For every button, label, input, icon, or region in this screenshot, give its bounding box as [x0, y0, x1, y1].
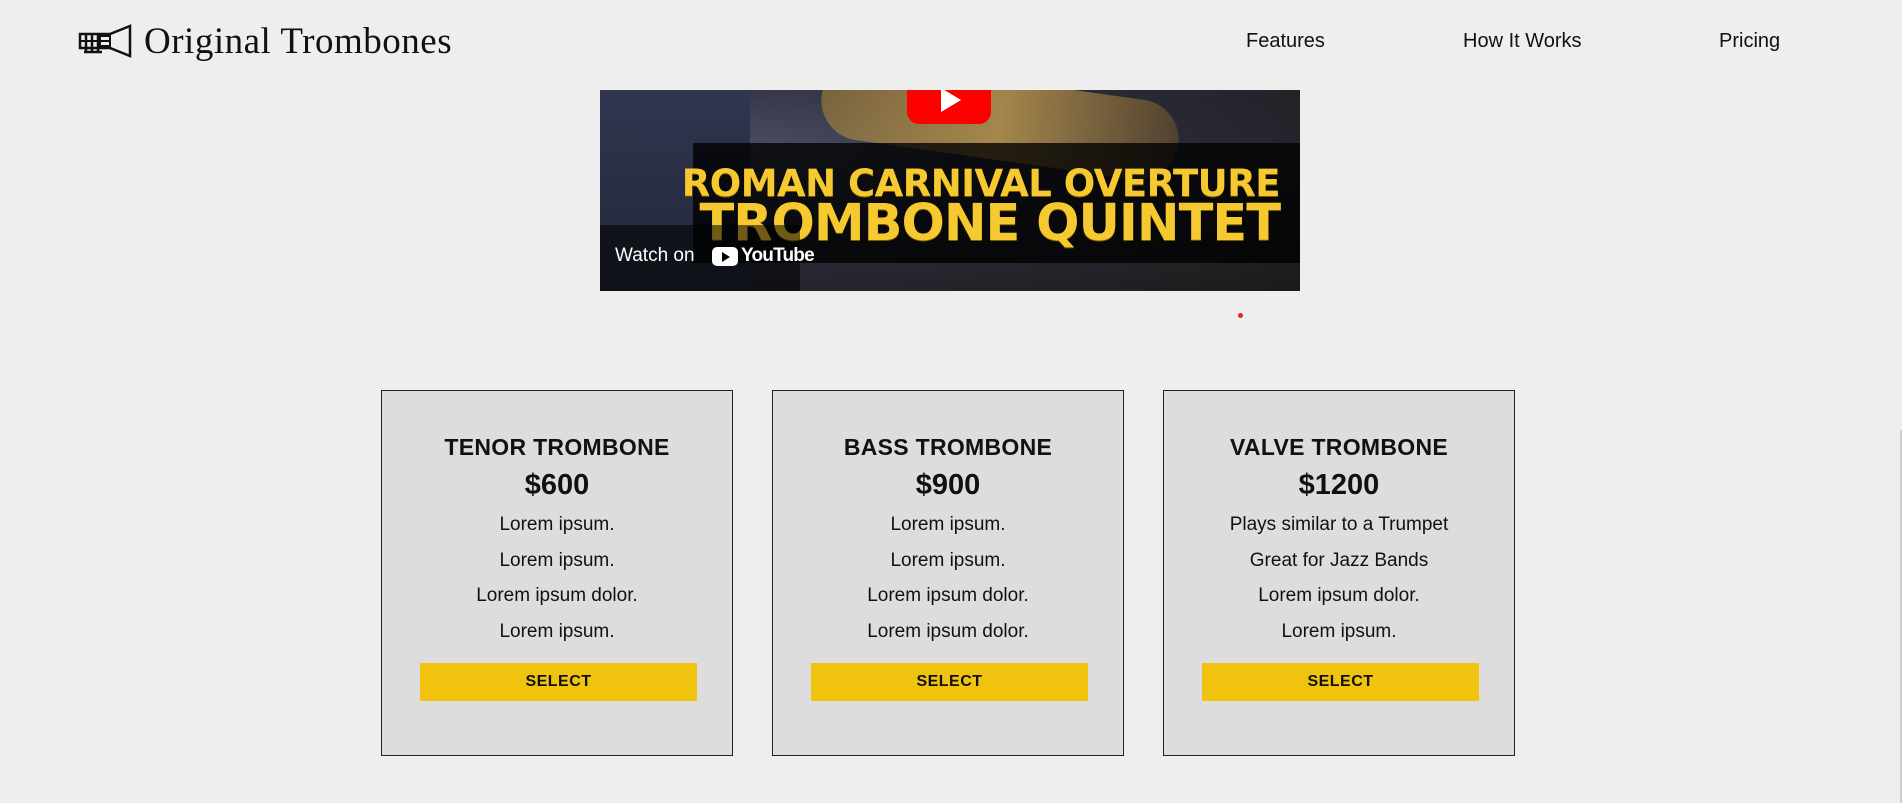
- feature-item: Lorem ipsum.: [499, 514, 615, 535]
- feature-item: Lorem ipsum.: [890, 514, 1006, 535]
- watch-on-label[interactable]: Watch on: [615, 245, 695, 267]
- card-title: TENOR TROMBONE: [444, 434, 670, 460]
- feature-item: Lorem ipsum.: [1281, 620, 1397, 642]
- play-button[interactable]: [907, 90, 991, 124]
- feature-list: Plays similar to a Trumpet Great for Jaz…: [1164, 507, 1514, 649]
- pricing-card-bass: BASS TROMBONE $900 Lorem ipsum. Lorem ip…: [772, 390, 1124, 756]
- card-title: VALVE TROMBONE: [1229, 434, 1449, 460]
- feature-item: Lorem ipsum.: [890, 549, 1006, 571]
- youtube-label: YouTube: [741, 245, 815, 266]
- card-title: BASS TROMBONE: [843, 434, 1053, 460]
- card-price: $600: [524, 469, 590, 501]
- nav-link-pricing[interactable]: Pricing: [1719, 30, 1780, 53]
- card-price: $900: [915, 469, 981, 501]
- select-bass-button[interactable]: SELECT: [811, 663, 1088, 701]
- select-tenor-button[interactable]: SELECT: [420, 663, 697, 701]
- pricing-card-valve: VALVE TROMBONE $1200 Plays similar to a …: [1163, 390, 1515, 756]
- feature-item: Lorem ipsum.: [499, 620, 615, 642]
- youtube-video-embed[interactable]: ROMAN CARNIVAL OVERTURE TROMBONE QUINTET…: [600, 90, 1300, 291]
- cursor-dot: [1238, 313, 1243, 318]
- feature-item: Lorem ipsum dolor.: [476, 585, 638, 606]
- feature-list: Lorem ipsum. Lorem ipsum. Lorem ipsum do…: [382, 507, 732, 649]
- select-valve-button[interactable]: SELECT: [1202, 663, 1479, 701]
- feature-list: Lorem ipsum. Lorem ipsum. Lorem ipsum do…: [773, 507, 1123, 649]
- youtube-link[interactable]: YouTube: [712, 245, 815, 267]
- feature-item: Lorem ipsum dolor.: [867, 620, 1029, 642]
- youtube-icon: [712, 246, 738, 266]
- site-header: Original Trombones Features How It Works…: [0, 0, 1902, 86]
- feature-item: Lorem ipsum dolor.: [1258, 585, 1420, 606]
- main-nav: Features How It Works Pricing: [0, 30, 1902, 60]
- feature-item: Plays similar to a Trumpet: [1229, 514, 1449, 535]
- feature-item: Lorem ipsum.: [499, 549, 615, 571]
- card-price: $1200: [1298, 469, 1380, 501]
- feature-item: Great for Jazz Bands: [1249, 549, 1429, 571]
- nav-link-how-it-works[interactable]: How It Works: [1463, 30, 1582, 53]
- feature-item: Lorem ipsum dolor.: [867, 585, 1029, 606]
- pricing-card-tenor: TENOR TROMBONE $600 Lorem ipsum. Lorem i…: [381, 390, 733, 756]
- nav-link-features[interactable]: Features: [1246, 30, 1325, 53]
- play-icon: [941, 90, 961, 112]
